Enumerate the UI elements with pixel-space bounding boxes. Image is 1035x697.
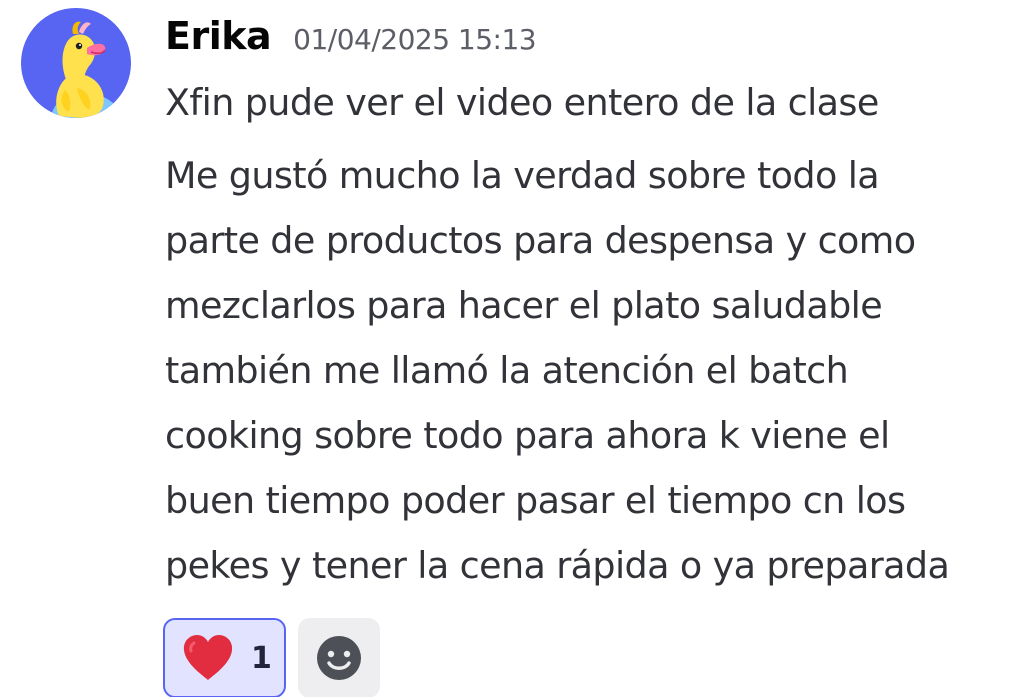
message-header: Erika 01/04/2025 15:13 (165, 14, 537, 66)
message-body-line: mezclarlos para hacer el plato saludable (165, 284, 883, 327)
message-text-line: Xfin pude ver el video entero de la clas… (165, 81, 879, 124)
duck-avatar-icon (21, 8, 131, 118)
message-body-line: Me gustó mucho la verdad sobre todo la (165, 154, 880, 197)
heart-reaction-button[interactable]: 1 (163, 618, 286, 697)
author-name[interactable]: Erika (165, 14, 272, 58)
message-body-line: cooking sobre todo para ahora k viene el (165, 414, 890, 457)
message-body-line: pekes y tener la cena rápida o ya prepar… (165, 544, 950, 587)
message-body-line: también me llamó la atención el batch (165, 349, 849, 392)
reaction-count: 1 (251, 640, 272, 676)
message-body-line: buen tiempo poder pasar el tiempo cn los (165, 479, 906, 522)
message-text-body: Me gustó mucho la verdad sobre todo la p… (165, 143, 1025, 598)
chat-message: Erika 01/04/2025 15:13 Xfin pude ver el … (0, 0, 1035, 697)
red-heart-icon (183, 635, 233, 680)
reactions-bar: 1 (163, 618, 380, 697)
add-reaction-button[interactable] (298, 618, 380, 697)
message-timestamp: 01/04/2025 15:13 (293, 23, 537, 56)
avatar[interactable] (21, 8, 131, 118)
smiley-add-reaction-icon (317, 636, 361, 680)
message-body-line: parte de productos para despensa y como (165, 219, 916, 262)
